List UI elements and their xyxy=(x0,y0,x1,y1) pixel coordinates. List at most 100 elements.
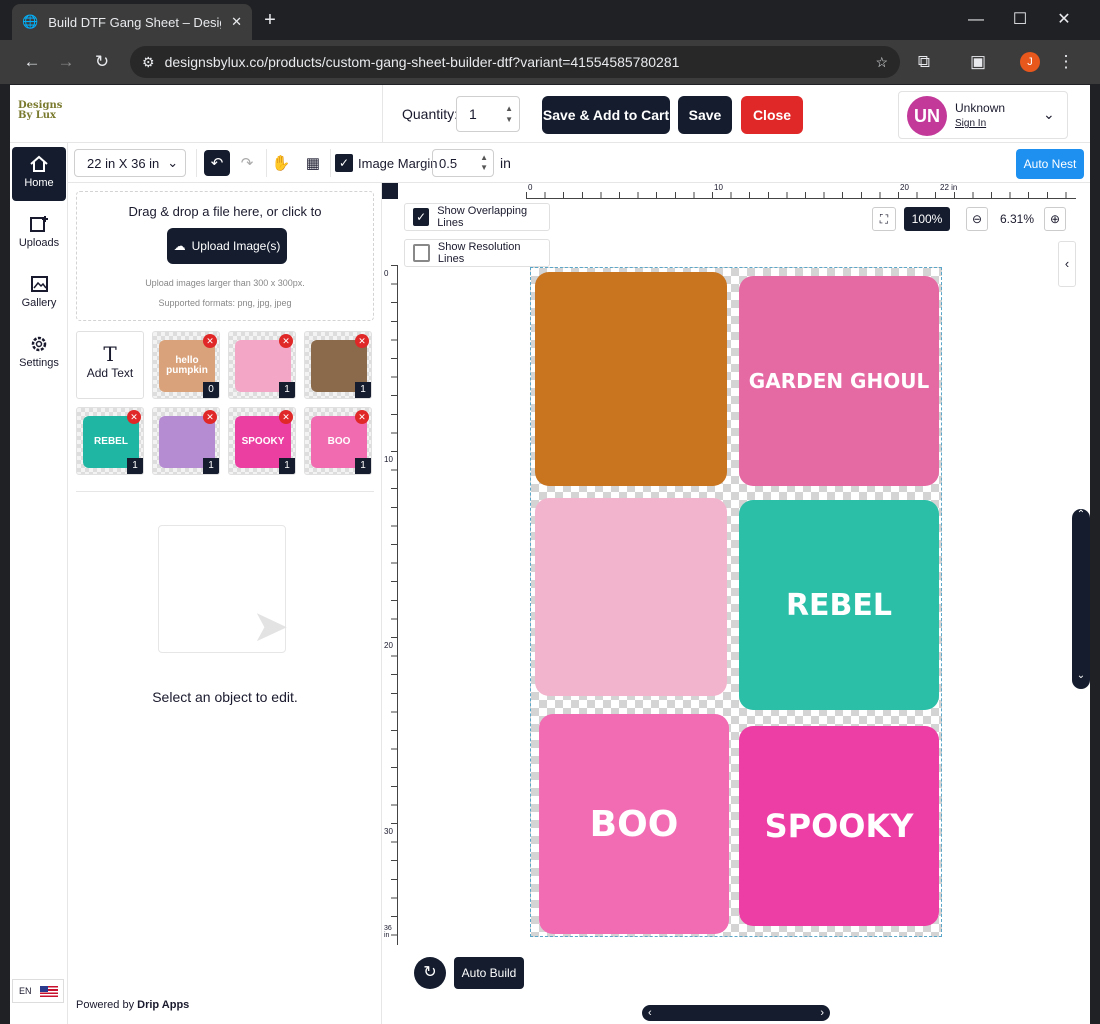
upload-images-button[interactable]: ☁ Upload Image(s) xyxy=(167,228,287,264)
chevron-right-icon[interactable]: › xyxy=(820,1007,824,1019)
url-field[interactable]: ⚙ designsbylux.co/products/custom-gang-s… xyxy=(130,46,900,78)
image-thumbnail[interactable]: ✕ 1 xyxy=(152,407,220,475)
design-label: SPOOKY xyxy=(764,807,914,845)
upload-image-icon xyxy=(30,216,48,232)
reload-icon[interactable]: ↻ xyxy=(90,50,114,74)
language-selector[interactable]: EN xyxy=(12,979,64,1003)
close-button[interactable]: Close xyxy=(741,96,803,134)
ruler-label: 20 xyxy=(900,183,909,192)
show-overlapping-lines-toggle[interactable]: ✓ Show Overlapping Lines xyxy=(404,203,550,231)
remove-image-icon[interactable]: ✕ xyxy=(355,410,369,424)
placed-design[interactable]: REBEL xyxy=(739,500,939,710)
image-margin-checkbox[interactable]: ✓ xyxy=(335,154,353,172)
placed-design[interactable] xyxy=(535,272,727,486)
resolution-lines-checkbox[interactable] xyxy=(413,244,430,262)
save-add-to-cart-button[interactable]: Save & Add to Cart xyxy=(542,96,670,134)
nav-home[interactable]: Home xyxy=(12,147,66,201)
auto-nest-button[interactable]: Auto Nest xyxy=(1016,149,1084,179)
site-info-icon[interactable]: ⚙ xyxy=(142,54,155,71)
redo-icon: ↷ xyxy=(240,155,254,172)
pan-tool-button[interactable]: ✋ xyxy=(268,150,294,176)
browser-menu-icon[interactable]: ⋮ xyxy=(1054,50,1078,74)
chevron-down-icon[interactable]: ⌄ xyxy=(1072,670,1090,681)
chevron-up-icon[interactable]: ⌃ xyxy=(1072,509,1090,520)
zoom-out-button[interactable]: ⊖ xyxy=(966,207,988,231)
powered-by-brand[interactable]: Drip Apps xyxy=(137,999,189,1011)
remove-image-icon[interactable]: ✕ xyxy=(127,410,141,424)
grid-toggle-button[interactable]: ▦ xyxy=(300,150,326,176)
file-dropzone[interactable]: Drag & drop a file here, or click to ☁ U… xyxy=(76,191,374,321)
remove-image-icon[interactable]: ✕ xyxy=(203,410,217,424)
collapse-panel-button[interactable]: ‹ xyxy=(1058,241,1076,287)
zoom-100-button[interactable]: 100% xyxy=(904,207,950,231)
image-margin-value: 0.5 xyxy=(439,155,458,171)
remove-image-icon[interactable]: ✕ xyxy=(279,410,293,424)
close-tab-icon[interactable]: ✕ xyxy=(231,14,242,30)
stepper-arrows-icon[interactable]: ▲ ▼ xyxy=(480,153,488,173)
nav-gallery[interactable]: Gallery xyxy=(12,267,66,321)
extensions-icon[interactable]: ⧉ xyxy=(912,50,936,74)
window-close-icon[interactable]: ✕ xyxy=(1044,6,1084,34)
sign-in-link[interactable]: Sign In xyxy=(955,118,986,129)
minimize-icon[interactable]: — xyxy=(956,6,996,34)
image-thumbnail[interactable]: REBEL ✕ 1 xyxy=(76,407,144,475)
profile-avatar[interactable]: J xyxy=(1020,52,1040,72)
user-menu[interactable]: UN Unknown Sign In ⌄ xyxy=(898,91,1068,139)
browser-tab[interactable]: 🌐 Build DTF Gang Sheet – Designs ✕ xyxy=(12,4,252,40)
nav-uploads[interactable]: Uploads xyxy=(12,207,66,261)
remove-image-icon[interactable]: ✕ xyxy=(279,334,293,348)
divider xyxy=(382,85,383,143)
home-icon xyxy=(30,155,48,172)
hand-icon: ✋ xyxy=(271,155,291,172)
horizontal-scrollbar[interactable]: ‹ › xyxy=(642,1005,830,1021)
refresh-build-button[interactable]: ↻ xyxy=(414,957,446,989)
nav-gallery-label: Gallery xyxy=(21,297,57,309)
upload-size-hint: Upload images larger than 300 x 300px. xyxy=(145,278,305,288)
quantity-stepper[interactable]: 1 ▲ ▼ xyxy=(456,96,520,132)
new-tab-button[interactable]: + xyxy=(258,8,282,32)
refresh-icon: ↻ xyxy=(423,964,437,981)
auto-build-button[interactable]: Auto Build xyxy=(454,957,524,989)
uploaded-images-grid: T Add Text hello pumpkin ✕ 0 ✕ 1 ✕ 1 REB… xyxy=(76,331,376,481)
placed-design[interactable]: BOO xyxy=(539,714,729,934)
sheet-size-select[interactable]: 22 in X 36 in ⌄ xyxy=(74,149,186,177)
nav-settings[interactable]: Settings xyxy=(12,327,66,381)
fit-screen-icon: ⛶ xyxy=(879,211,889,226)
image-thumbnail[interactable]: BOO ✕ 1 xyxy=(304,407,372,475)
remove-image-icon[interactable]: ✕ xyxy=(203,334,217,348)
save-button[interactable]: Save xyxy=(678,96,732,134)
maximize-icon[interactable]: ☐ xyxy=(1000,6,1040,34)
back-icon[interactable]: ← xyxy=(20,50,44,74)
vertical-scrollbar[interactable]: ⌃ ⌄ xyxy=(1072,509,1090,689)
image-margin-input[interactable]: 0.5 ▲ ▼ xyxy=(432,149,494,177)
bookmark-star-icon[interactable]: ☆ xyxy=(875,54,888,71)
zoom-in-button[interactable]: ⊕ xyxy=(1044,207,1066,231)
globe-icon: 🌐 xyxy=(22,14,39,29)
show-resolution-lines-toggle[interactable]: Show Resolution Lines xyxy=(404,239,550,267)
usage-count-badge: 1 xyxy=(203,458,219,474)
image-thumbnail[interactable]: hello pumpkin ✕ 0 xyxy=(152,331,220,399)
gang-sheet-canvas[interactable]: 0 10 20 22 in 0 10 20 30 36 in ✓ Show Ov… xyxy=(382,183,1090,1024)
stepper-arrows-icon[interactable]: ▲ ▼ xyxy=(505,103,513,125)
remove-image-icon[interactable]: ✕ xyxy=(355,334,369,348)
image-thumbnail[interactable]: ✕ 1 xyxy=(304,331,372,399)
redo-button[interactable]: ↷ xyxy=(234,150,260,176)
fit-to-screen-button[interactable]: ⛶ xyxy=(872,207,896,231)
overlapping-lines-checkbox[interactable]: ✓ xyxy=(413,208,430,226)
undo-button[interactable]: ↶ xyxy=(204,150,230,176)
top-bar: Designs By Lux Quantity: 1 ▲ ▼ Save & Add… xyxy=(10,85,1090,143)
placed-design[interactable]: SPOOKY xyxy=(739,726,939,926)
placed-design[interactable] xyxy=(535,498,727,696)
image-thumbnail[interactable]: ✕ 1 xyxy=(228,331,296,399)
placed-design[interactable]: GARDEN GHOUL xyxy=(739,276,939,486)
gang-sheet[interactable]: GARDEN GHOUL REBEL BOO SPOOKY xyxy=(530,267,942,937)
image-thumbnail[interactable]: SPOOKY ✕ 1 xyxy=(228,407,296,475)
add-text-button[interactable]: T Add Text xyxy=(76,331,144,399)
chevron-down-icon[interactable]: ⌄ xyxy=(1043,106,1055,123)
us-flag-icon xyxy=(39,985,58,997)
forward-icon[interactable]: → xyxy=(54,50,78,74)
chevron-left-icon[interactable]: ‹ xyxy=(648,1007,652,1019)
tab-search-icon[interactable]: ▣ xyxy=(966,50,990,74)
brand-logo[interactable]: Designs By Lux xyxy=(18,101,62,127)
dropzone-title: Drag & drop a file here, or click to xyxy=(128,204,322,219)
